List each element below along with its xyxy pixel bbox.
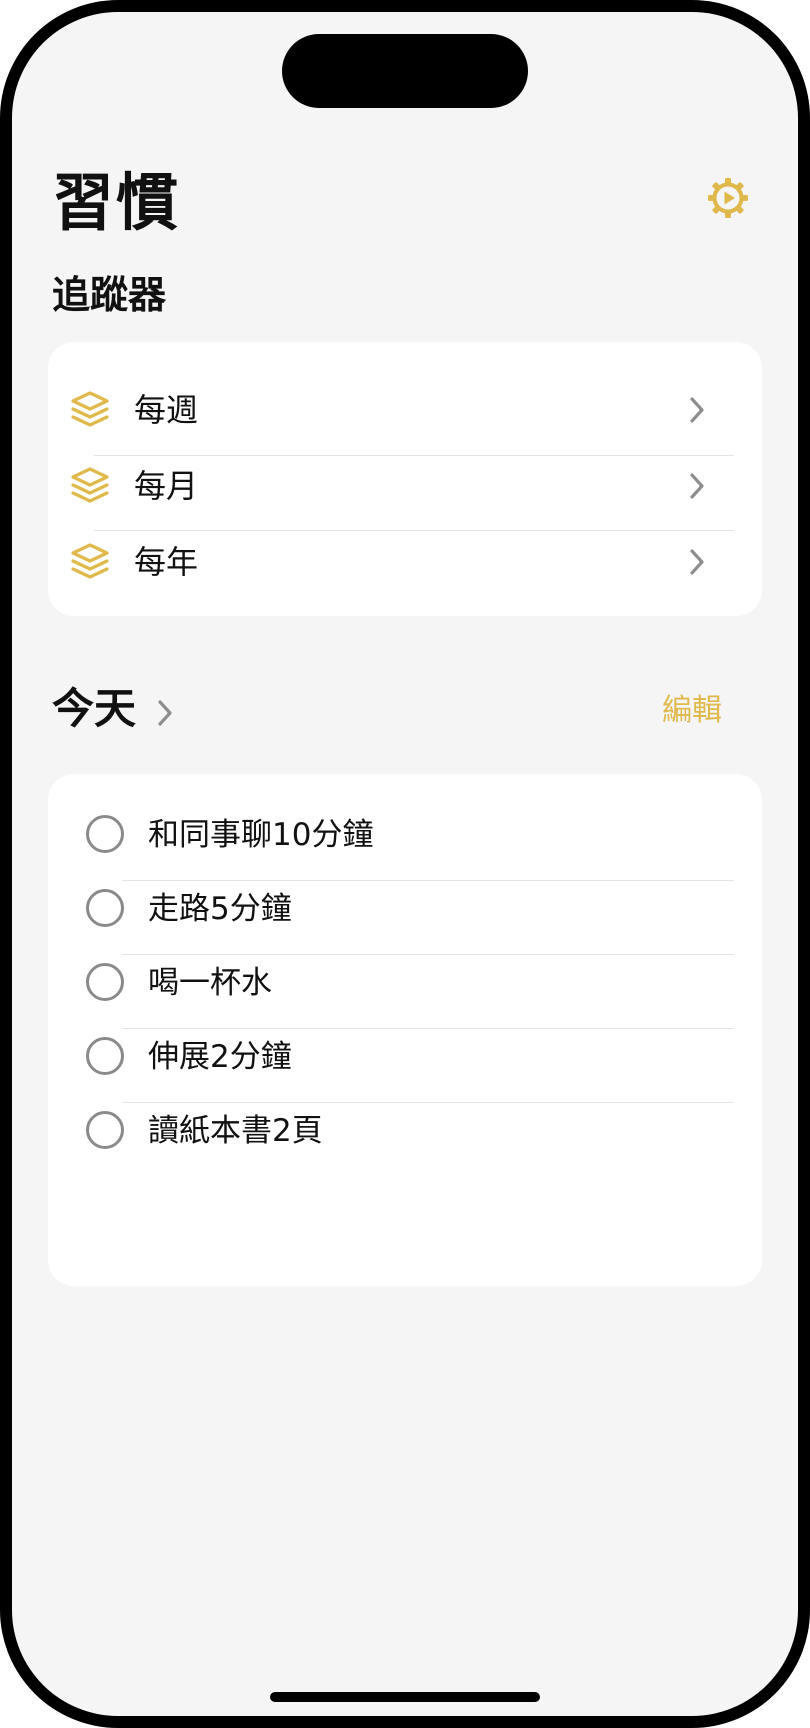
settings-button[interactable] — [706, 176, 750, 220]
habit-label: 讀紙本書2頁 — [148, 1113, 323, 1149]
stack-icon — [71, 391, 109, 427]
habit-label: 和同事聊10分鐘 — [148, 817, 374, 853]
gear-play-icon — [708, 178, 748, 218]
trackers-card: 每週 每月 每年 — [48, 342, 762, 616]
edit-button[interactable]: 編輯 — [662, 696, 722, 726]
phone-frame: 習慣 追蹤器 每週 每月 每年 今天 編輯 和同事聊10分鐘 走路5分鐘 喝一杯… — [0, 0, 810, 1728]
habit-checkbox[interactable] — [86, 815, 124, 853]
today-section-title[interactable]: 今天 — [52, 688, 136, 730]
habit-checkbox[interactable] — [86, 1111, 124, 1149]
habit-item: 伸展2分鐘 — [48, 1020, 762, 1094]
tracker-item-yearly[interactable]: 每年 — [48, 524, 762, 599]
chevron-right-icon[interactable] — [156, 698, 174, 728]
tracker-item-label: 每週 — [134, 391, 199, 429]
stack-icon — [71, 543, 109, 579]
habit-checkbox[interactable] — [86, 889, 124, 927]
habit-label: 伸展2分鐘 — [148, 1039, 292, 1075]
trackers-section-title: 追蹤器 — [52, 273, 167, 317]
chevron-right-icon — [690, 549, 704, 575]
habit-item: 讀紙本書2頁 — [48, 1094, 762, 1168]
habit-item: 喝一杯水 — [48, 946, 762, 1020]
app-screen: 習慣 追蹤器 每週 每月 每年 今天 編輯 和同事聊10分鐘 走路5分鐘 喝一杯… — [12, 12, 798, 1716]
habit-label: 喝一杯水 — [148, 965, 272, 1001]
page-title: 習慣 — [52, 166, 181, 239]
chevron-right-icon — [690, 473, 704, 499]
chevron-right-icon — [690, 397, 704, 423]
tracker-item-label: 每年 — [134, 543, 199, 581]
habit-item: 和同事聊10分鐘 — [48, 798, 762, 872]
tracker-item-monthly[interactable]: 每月 — [48, 448, 762, 523]
dynamic-island — [282, 34, 528, 108]
home-indicator[interactable] — [270, 1692, 540, 1702]
habit-checkbox[interactable] — [86, 1037, 124, 1075]
tracker-item-weekly[interactable]: 每週 — [48, 372, 762, 447]
habit-checkbox[interactable] — [86, 963, 124, 1001]
habits-card: 和同事聊10分鐘 走路5分鐘 喝一杯水 伸展2分鐘 讀紙本書2頁 — [48, 774, 762, 1286]
habit-label: 走路5分鐘 — [148, 891, 292, 927]
tracker-item-label: 每月 — [134, 467, 199, 505]
habit-item: 走路5分鐘 — [48, 872, 762, 946]
stack-icon — [71, 467, 109, 503]
